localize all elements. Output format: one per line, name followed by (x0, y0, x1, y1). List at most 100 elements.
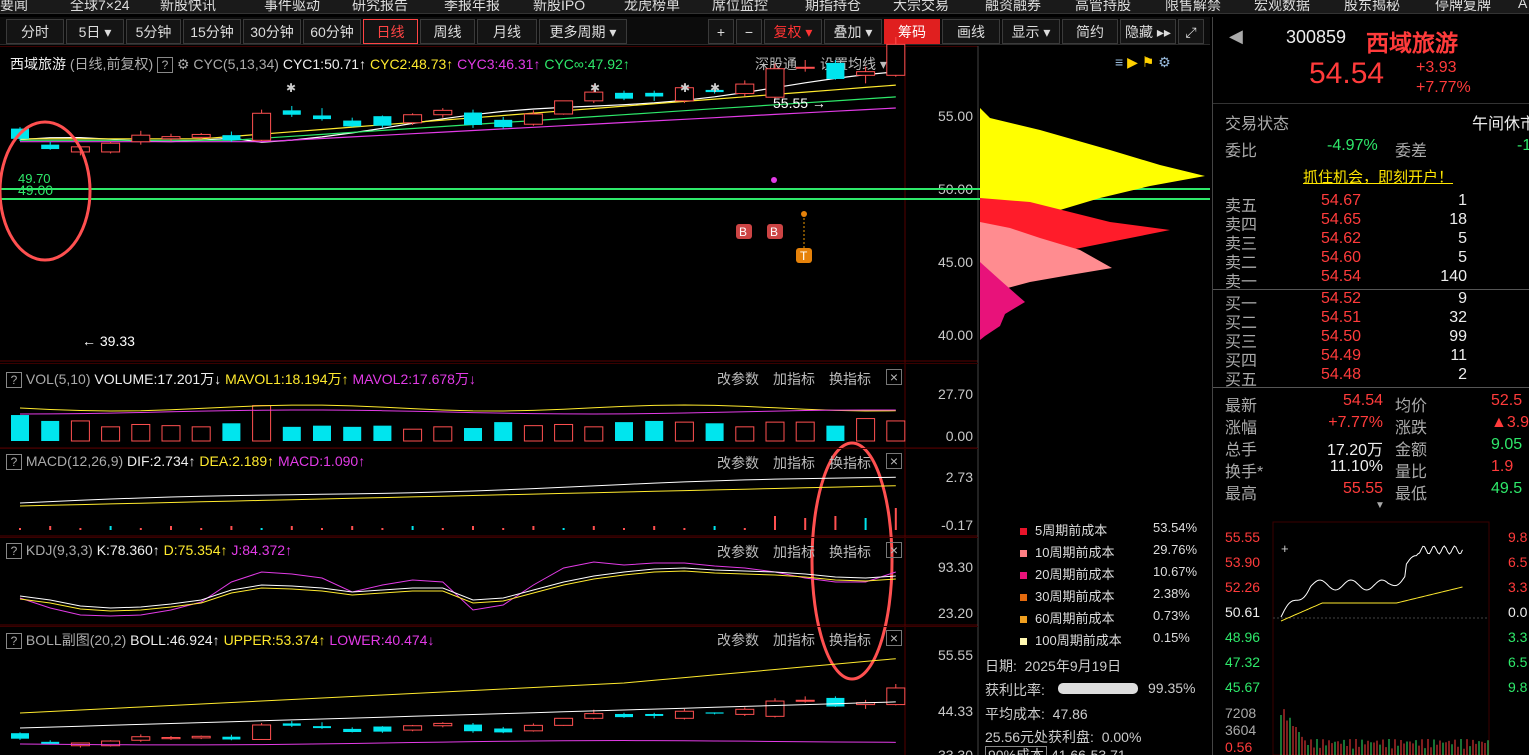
legend-label: 100周期前成本 (1035, 633, 1122, 648)
switch-indicator-button[interactable]: 换指标 (829, 453, 871, 473)
crosshair-icon: + (1281, 541, 1289, 556)
cost-legend-item: 100周期前成本 0.15% (1020, 630, 1190, 649)
candle (645, 90, 664, 101)
candle (282, 105, 301, 117)
add-indicator-button[interactable]: 加指标 (773, 542, 815, 562)
cost-legend-item: 20周期前成本 10.67% (1020, 564, 1197, 583)
help-icon[interactable]: ? (6, 633, 22, 649)
d-value: D:75.354 (163, 542, 221, 558)
add-indicator-button[interactable]: 加指标 (773, 453, 815, 473)
mavol2-down-arrow: ↓ (468, 371, 476, 387)
candle (343, 117, 362, 128)
top-menu-item[interactable]: 停牌复牌 (1435, 0, 1491, 13)
low-label: ← 39.33 (82, 333, 135, 349)
lower-down-arrow: ↓ (427, 632, 435, 648)
switch-indicator-button[interactable]: 换指标 (829, 542, 871, 562)
macd-value: MACD:1.090 (278, 453, 359, 469)
event-icon: ✱ (286, 81, 296, 95)
add-indicator-button[interactable]: 加指标 (773, 630, 815, 650)
upper-value: UPPER:53.374 (223, 632, 319, 648)
legend-label: 10周期前成本 (1035, 545, 1115, 560)
d-up-arrow: ↑ (220, 542, 228, 558)
vol-header: ? VOL(5,10) VOLUME:17.201万↓ MAVOL1:18.19… (6, 369, 476, 389)
top-menu-item[interactable]: A (1518, 0, 1527, 11)
candle (41, 141, 60, 150)
legend-swatch (1020, 594, 1027, 602)
candle (373, 115, 392, 128)
switch-indicator-button[interactable]: 换指标 (829, 630, 871, 650)
legend-pct: 0.73% (1153, 608, 1190, 623)
candle (856, 66, 876, 84)
event-icon: ✱ (590, 81, 600, 95)
vol-axis-label: 27.70 (937, 386, 973, 402)
j-value: J:84.372 (231, 542, 286, 558)
cost-range-select[interactable]: 90%成本 41.66-53.71 (985, 745, 1126, 755)
boll-axis-label: 33.30 (937, 747, 973, 755)
mavol2-value: MAVOL2:17.678万 (352, 371, 469, 387)
mavol1-up-arrow: ↑ (341, 371, 349, 387)
boll-value: BOLL:46.924 (130, 632, 213, 648)
sell-marker-text: T (800, 249, 808, 263)
legend-label: 20周期前成本 (1035, 567, 1115, 582)
help-icon[interactable]: ? (6, 372, 22, 388)
high-label: 55.55 → (773, 95, 826, 111)
help-icon[interactable]: ? (6, 454, 22, 470)
add-indicator-button[interactable]: 加指标 (773, 369, 815, 389)
avg-cost: 平均成本: 47.86 (985, 706, 1088, 722)
boll-axis-label: 44.33 (937, 703, 973, 719)
close-pane-icon[interactable]: × (886, 542, 902, 558)
hline-label-2: 49.00 (18, 182, 54, 198)
close-pane-icon[interactable]: × (886, 630, 902, 646)
k-value: K:78.360 (96, 542, 153, 558)
edit-params-button[interactable]: 改参数 (717, 369, 759, 389)
event-icon: ✱ (710, 81, 720, 95)
edit-params-button[interactable]: 改参数 (717, 542, 759, 562)
dif-up-arrow: ↑ (188, 453, 196, 469)
vol-pane: ? VOL(5,10) VOLUME:17.201万↓ MAVOL1:18.19… (0, 363, 978, 448)
macd-up-arrow: ↑ (358, 453, 366, 469)
j-up-arrow: ↑ (285, 542, 293, 558)
boll-title[interactable]: BOLL副图(20,2) (26, 632, 126, 648)
legend-pct: 10.67% (1153, 564, 1198, 579)
legend-pct: 2.38% (1153, 586, 1190, 601)
candle (101, 141, 121, 154)
candle (735, 80, 755, 97)
mini-chart-svg: + (1272, 521, 1490, 755)
legend-pct: 0.15% (1153, 630, 1190, 645)
edit-params-button[interactable]: 改参数 (717, 630, 759, 650)
profit-ratio: 获利比率: (985, 682, 1045, 698)
macd-axis-label: 2.73 (945, 469, 973, 485)
boll-header: ? BOLL副图(20,2) BOLL:46.924 ↑ UPPER:53.374… (6, 630, 434, 650)
edit-params-button[interactable]: 改参数 (717, 453, 759, 473)
switch-indicator-button[interactable]: 换指标 (829, 369, 871, 389)
dea-up-arrow: ↑ (267, 453, 275, 469)
top-menu-item[interactable]: 宏观数据 (1254, 0, 1310, 13)
buy-marker-text: B (739, 225, 747, 239)
legend-pct: 53.54% (1153, 520, 1198, 535)
top-menu-item[interactable]: 股东揭秘 (1344, 0, 1400, 13)
upper-up-arrow: ↑ (318, 632, 326, 648)
macd-header: ? MACD(12,26,9) DIF:2.734↑ DEA:2.189↑ MA… (6, 453, 365, 470)
kdj-pane: ? KDJ(9,3,3) K:78.360↑ D:75.354↑ J:84.37… (0, 537, 978, 625)
vol-axis-label: 0.00 (945, 428, 973, 444)
help-icon[interactable]: ? (6, 543, 22, 559)
volume-down-arrow: ↓ (214, 371, 222, 387)
quote-panel: ◀ 300859 西域旅游 54.54 +3.93 +7.77% 交易状态 午间… (1212, 17, 1529, 755)
close-pane-icon[interactable]: × (886, 453, 902, 469)
dea-value: DEA:2.189 (199, 453, 268, 469)
price-profit: 25.56元处获利盘: 0.00% (985, 729, 1142, 745)
close-pane-icon[interactable]: × (886, 369, 902, 385)
mavol1-value: MAVOL1:18.194万 (225, 371, 342, 387)
candle (795, 59, 815, 72)
vol-title[interactable]: VOL(5,10) (26, 371, 91, 387)
candle (313, 108, 331, 121)
candle (131, 130, 151, 145)
kdj-title[interactable]: KDJ(9,3,3) (26, 542, 93, 558)
legend-swatch (1020, 528, 1027, 536)
dif-value: DIF:2.734 (127, 453, 189, 469)
kdj-header: ? KDJ(9,3,3) K:78.360↑ D:75.354↑ J:84.37… (6, 542, 292, 559)
legend-label: 60周期前成本 (1035, 611, 1115, 626)
cost-legend-item: 5周期前成本 53.54% (1020, 520, 1197, 539)
macd-title[interactable]: MACD(12,26,9) (26, 453, 123, 469)
cost-date: 日期: 2025年9月19日 (985, 658, 1122, 674)
